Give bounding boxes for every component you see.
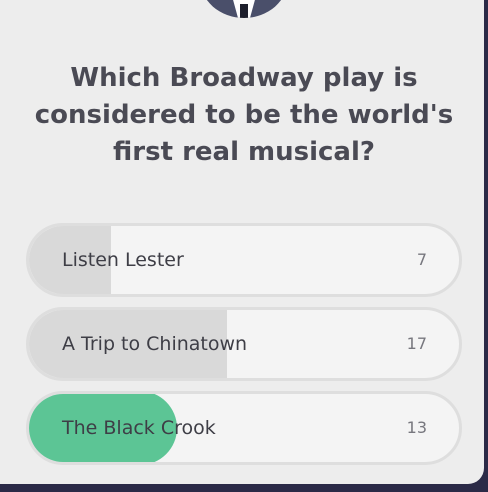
question-card: Which Broadway play is considered to be … [0, 0, 484, 484]
avatar-tie [240, 4, 248, 18]
vote-count: 17 [406, 334, 427, 353]
vote-count: 7 [416, 250, 427, 269]
answer-option-listen-lester[interactable]: Listen Lester 7 [26, 223, 462, 297]
answer-label: The Black Crook [62, 417, 216, 439]
answer-option-the-black-crook[interactable]: The Black Crook 13 [26, 391, 462, 465]
answer-label: A Trip to Chinatown [62, 333, 248, 355]
vote-count: 13 [406, 418, 427, 437]
question-text: Which Broadway play is considered to be … [34, 63, 454, 167]
answer-option-a-trip-to-chinatown[interactable]: A Trip to Chinatown 17 [26, 307, 462, 381]
host-avatar-icon [200, 0, 288, 18]
answer-label: Listen Lester [62, 249, 184, 271]
